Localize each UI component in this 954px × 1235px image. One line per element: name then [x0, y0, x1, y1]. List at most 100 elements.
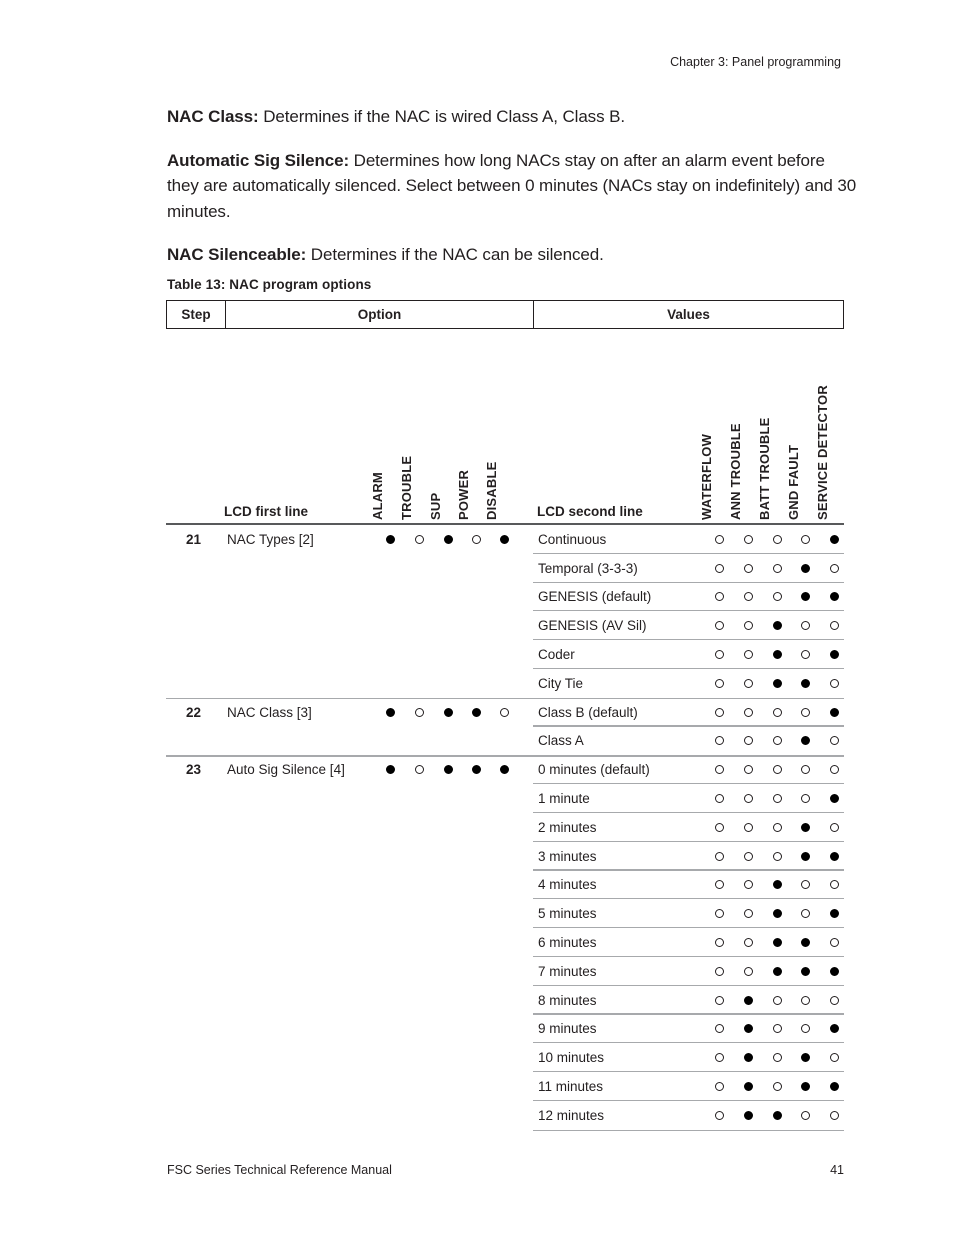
value-led-off — [744, 822, 753, 832]
table-row: 4 minutes — [166, 871, 844, 900]
table-body: 21 NAC Types [2] Continuous Temporal (3-3-3… — [166, 525, 844, 1130]
value-led-off — [715, 995, 724, 1005]
value-led-off — [830, 563, 839, 573]
table-bottom-rule — [166, 1129, 844, 1131]
cell-lcd-second-line-leds — [709, 727, 844, 756]
table-header-row: Step Option Values — [166, 300, 844, 329]
cell-lcd-first-line-leds — [376, 986, 533, 1015]
value-led-off — [773, 995, 782, 1005]
value-led-off — [744, 851, 753, 861]
table-row: 21 NAC Types [2] Continuous — [166, 525, 844, 554]
value-led-off — [715, 563, 724, 573]
definition-term: NAC Silenceable: — [167, 245, 307, 264]
option-led-on — [386, 707, 395, 717]
cell-lcd-first-line-leds — [376, 698, 533, 727]
value-led-on — [830, 1082, 839, 1092]
table-caption: Table 13: NAC program options — [167, 277, 372, 292]
value-led-on — [801, 1053, 810, 1063]
cell-value-label: 7 minutes — [538, 963, 597, 979]
value-led-off — [773, 765, 782, 775]
table-row: 12 minutes — [166, 1101, 844, 1130]
cell-lcd-second-line-leds — [709, 1043, 844, 1072]
value-led-off — [773, 1082, 782, 1092]
value-led-off — [830, 621, 839, 631]
cell-lcd-first-line-leds — [376, 640, 533, 669]
value-led-off — [744, 794, 753, 804]
cell-lcd-first-line-leds — [376, 669, 533, 698]
led-column-label-service-detector: SERVICE DETECTOR — [815, 385, 830, 520]
cell-value-label: City Tie — [538, 675, 584, 691]
footer-page-number: 41 — [830, 1163, 844, 1177]
cell-lcd-first-line-leds — [376, 755, 533, 784]
table-row: 7 minutes — [166, 957, 844, 986]
step-group: 21 NAC Types [2] Continuous Temporal (3-3-3… — [166, 525, 844, 698]
cell-option-label: NAC Class [3] — [227, 704, 312, 720]
value-led-on — [744, 995, 753, 1005]
cell-lcd-first-line-leds — [376, 813, 533, 842]
value-led-off — [715, 794, 724, 804]
table-row: GENESIS (AV Sil) — [166, 611, 844, 641]
value-led-off — [773, 563, 782, 573]
value-led-off — [744, 650, 753, 660]
cell-lcd-first-line-leds — [376, 1072, 533, 1101]
value-led-off — [830, 880, 839, 890]
cell-option-label: NAC Types [2] — [227, 531, 314, 547]
cell-lcd-second-line-leds — [709, 669, 844, 698]
option-led-on — [500, 765, 509, 775]
cell-lcd-second-line-leds — [709, 871, 844, 900]
cell-lcd-second-line-leds — [709, 813, 844, 842]
cell-value-label: 3 minutes — [538, 848, 597, 864]
value-led-off — [744, 765, 753, 775]
cell-lcd-second-line-leds — [709, 842, 844, 871]
value-led-off — [715, 534, 724, 544]
option-led-on — [500, 534, 509, 544]
cell-value-label: GENESIS (AV Sil) — [538, 618, 647, 634]
value-led-off — [830, 765, 839, 775]
cell-value-label: Coder — [538, 647, 575, 663]
cell-lcd-second-line-leds — [709, 525, 844, 554]
cell-value-label: 11 minutes — [538, 1079, 604, 1095]
cell-lcd-second-line-leds — [709, 986, 844, 1015]
cell-lcd-second-line-leds — [709, 784, 844, 813]
value-led-on — [801, 678, 810, 688]
cell-step-number: 22 — [185, 704, 202, 720]
step-group: 22 NAC Class [3] Class B (default) Class A — [166, 697, 844, 756]
value-led-off — [801, 621, 810, 631]
value-led-on — [830, 707, 839, 717]
value-led-off — [801, 880, 810, 890]
document-page: Chapter 3: Panel programming NAC Class: … — [0, 0, 954, 1235]
cell-value-label: 10 minutes — [538, 1050, 605, 1066]
subheader-lcd-second-line: LCD second line — [537, 504, 643, 519]
value-led-on — [801, 736, 810, 746]
cell-lcd-first-line-leds — [376, 1101, 533, 1130]
option-led-on — [386, 534, 395, 544]
value-led-off — [830, 1053, 839, 1063]
cell-value-label: 8 minutes — [538, 992, 597, 1008]
table-row: 23 Auto Sig Silence [4] 0 minutes (default… — [166, 755, 844, 785]
value-led-off — [830, 938, 839, 948]
value-led-on — [830, 650, 839, 660]
table-row: 5 minutes — [166, 899, 844, 929]
cell-lcd-second-line-leds — [709, 640, 844, 669]
value-led-on — [801, 966, 810, 976]
value-led-off — [715, 966, 724, 976]
value-led-off — [830, 995, 839, 1005]
cell-value-label: Continuous — [538, 531, 607, 547]
value-led-off — [801, 794, 810, 804]
value-led-on — [744, 1053, 753, 1063]
cell-lcd-second-line-leds — [709, 698, 844, 727]
cell-lcd-first-line-leds — [376, 583, 533, 612]
table-row: 11 minutes — [166, 1072, 844, 1101]
value-led-off — [715, 909, 724, 919]
cell-lcd-first-line-leds — [376, 1015, 533, 1044]
page-footer: FSC Series Technical Reference Manual 41 — [167, 1163, 844, 1177]
value-led-off — [801, 650, 810, 660]
value-led-off — [773, 592, 782, 602]
definition-text: Determines if the NAC is wired Class A, … — [258, 107, 625, 126]
value-led-off — [801, 995, 810, 1005]
column-header-step: Step — [167, 301, 226, 328]
value-led-on — [801, 822, 810, 832]
cell-value-label: Temporal (3-3-3) — [538, 560, 638, 576]
value-led-on — [801, 851, 810, 861]
cell-lcd-first-line-leds — [376, 784, 533, 813]
